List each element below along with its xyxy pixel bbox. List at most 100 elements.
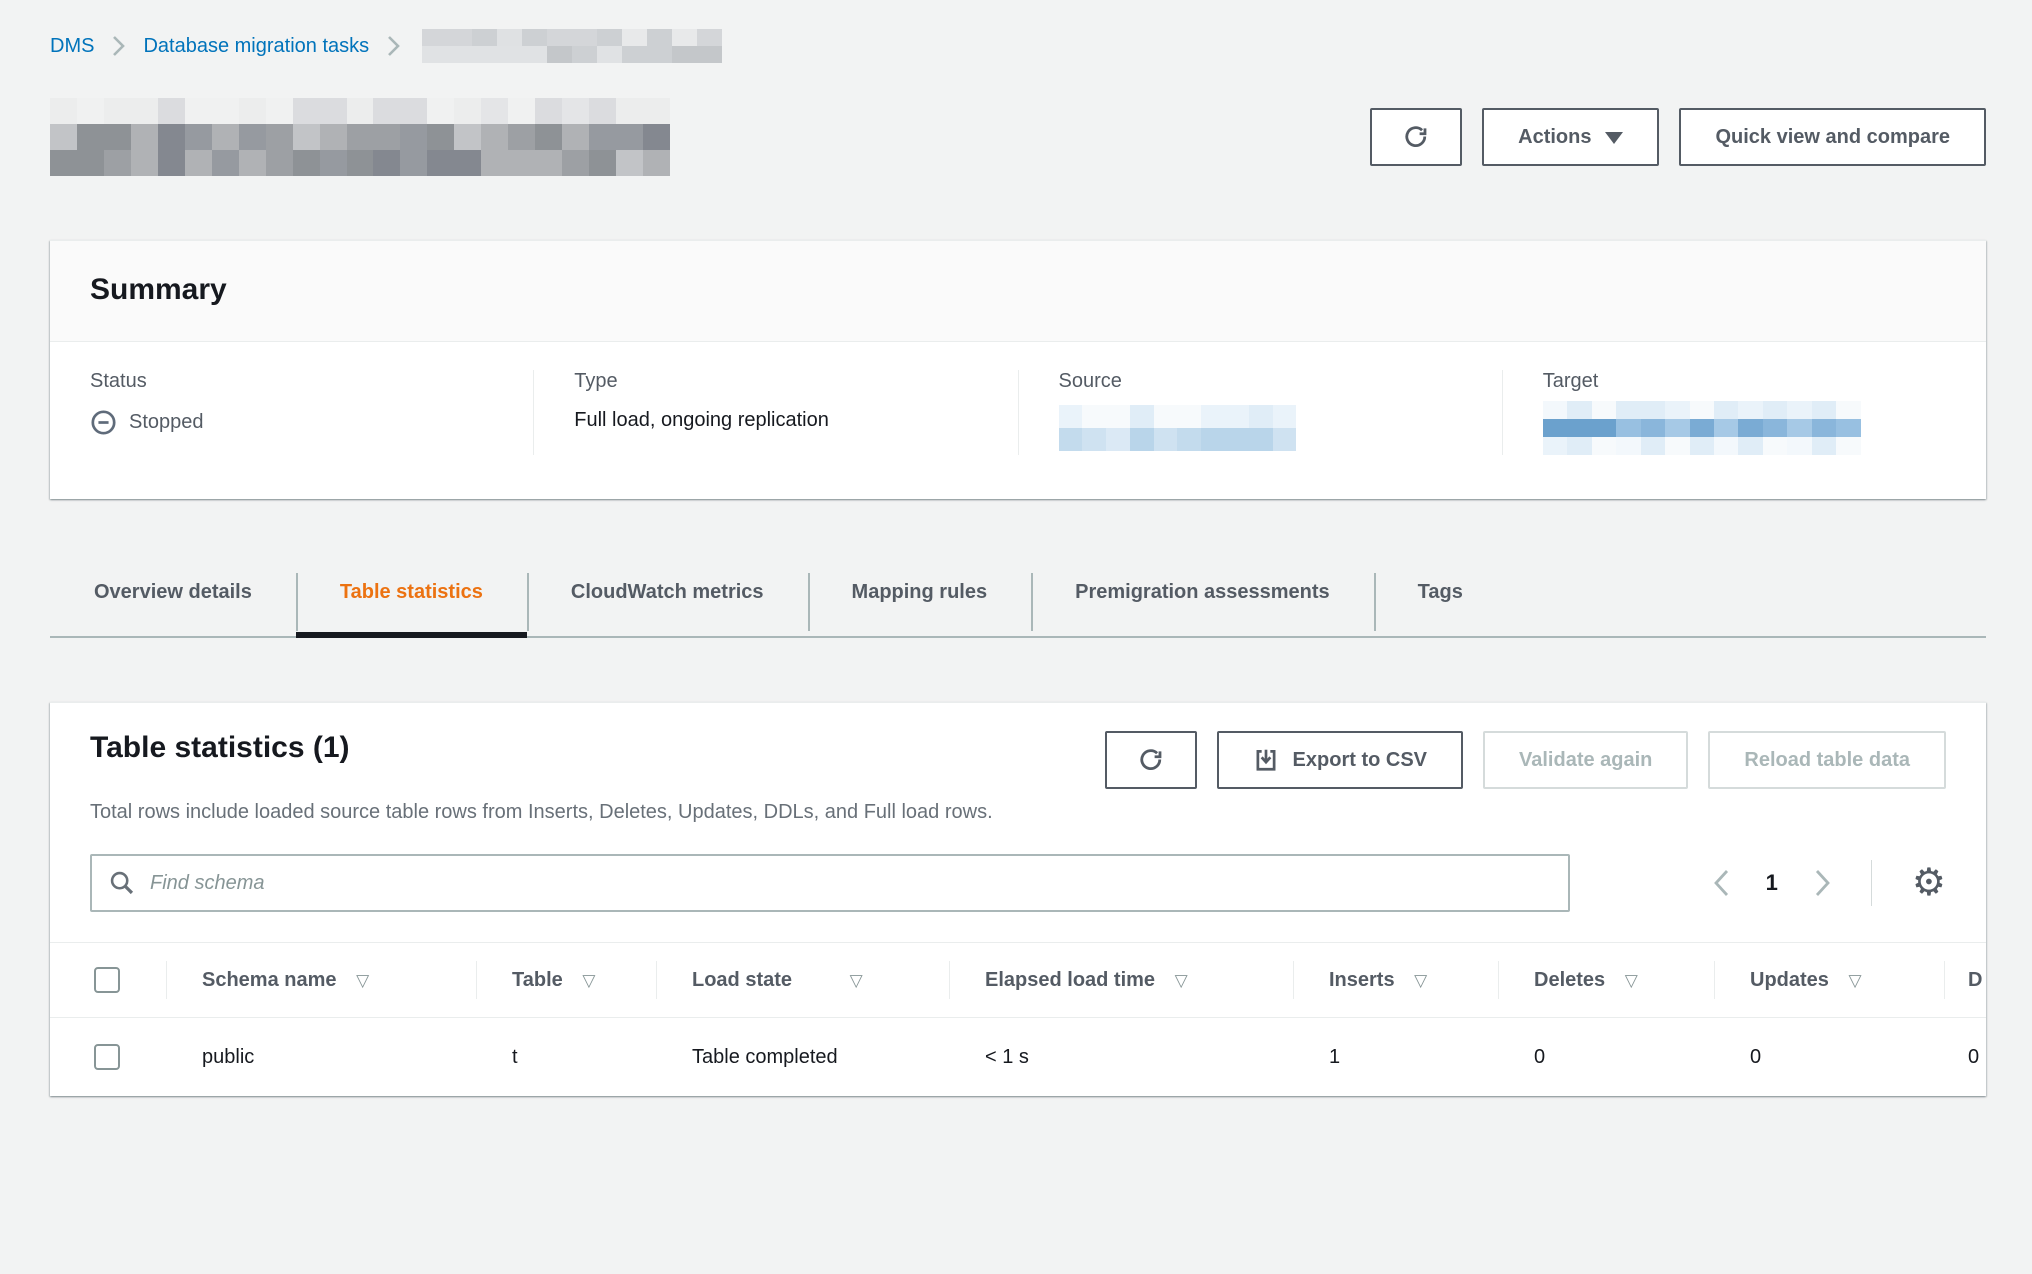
summary-field-type: Type Full load, ongoing replication [533, 370, 1017, 455]
summary-field-status: Status Stopped [50, 370, 533, 455]
summary-body: Status Stopped Type Full load, ongoing r… [50, 342, 1986, 499]
cell-schema-name: public [166, 1018, 476, 1097]
dms-task-page: DMS Database migration tasks Actions Qui… [0, 0, 2032, 1096]
cell-clipped: 0 [1944, 1018, 1986, 1097]
sort-icon: ▽ [1625, 971, 1638, 990]
pagination: 1 ⚙ [1713, 860, 1946, 906]
column-label: Schema name [202, 969, 337, 991]
column-label: Table [512, 969, 563, 991]
breadcrumb: DMS Database migration tasks [50, 28, 1986, 64]
table-row: public t Table completed < 1 s 1 0 0 0 [50, 1018, 1986, 1097]
sort-icon: ▽ [850, 971, 863, 990]
stopped-status-icon [90, 409, 117, 436]
redacted-target-endpoint-link[interactable] [1543, 401, 1861, 455]
refresh-button[interactable] [1370, 108, 1462, 166]
validate-again-button[interactable]: Validate again [1483, 731, 1688, 789]
chevron-right-icon [387, 35, 400, 57]
find-schema-input[interactable] [90, 854, 1570, 912]
schema-search [90, 854, 1570, 912]
export-to-csv-button[interactable]: Export to CSV [1217, 731, 1463, 789]
sort-icon: ▽ [1414, 971, 1427, 990]
caret-down-icon [1605, 132, 1623, 144]
column-header-clipped[interactable]: D [1944, 943, 1986, 1018]
column-label: Deletes [1534, 969, 1605, 991]
previous-page-button[interactable] [1713, 868, 1730, 898]
status-value: Stopped [90, 409, 493, 436]
tab-tags[interactable]: Tags [1374, 569, 1507, 636]
column-label: D [1968, 969, 1982, 991]
summary-card-header: Summary [50, 241, 1986, 342]
table-statistics-table: Schema name ▽ Table ▽ Load state ▽ Elaps… [50, 942, 1986, 1096]
chevron-right-icon [112, 35, 125, 57]
actions-button-label: Actions [1518, 126, 1591, 149]
status-label: Status [90, 370, 493, 393]
column-header-inserts[interactable]: Inserts ▽ [1293, 943, 1498, 1018]
column-header-load-state[interactable]: Load state ▽ [656, 943, 949, 1018]
cell-updates: 0 [1714, 1018, 1944, 1097]
type-label: Type [574, 370, 977, 393]
sort-icon: ▽ [356, 971, 369, 990]
actions-button[interactable]: Actions [1482, 108, 1659, 166]
column-header-elapsed-load-time[interactable]: Elapsed load time ▽ [949, 943, 1293, 1018]
tab-overview-details[interactable]: Overview details [50, 569, 296, 636]
table-filter-row: 1 ⚙ [90, 854, 1946, 912]
cell-inserts: 1 [1293, 1018, 1498, 1097]
refresh-icon [1402, 123, 1430, 151]
column-header-updates[interactable]: Updates ▽ [1714, 943, 1944, 1018]
table-statistics-description: Total rows include loaded source table r… [90, 801, 1946, 824]
search-icon [108, 869, 136, 897]
reload-table-data-button[interactable]: Reload table data [1708, 731, 1946, 789]
column-label: Elapsed load time [985, 969, 1155, 991]
refresh-icon [1137, 746, 1165, 774]
status-text: Stopped [129, 411, 204, 434]
redacted-page-title [50, 98, 670, 176]
table-refresh-button[interactable] [1105, 731, 1197, 789]
redacted-task-name-breadcrumb [422, 29, 722, 63]
task-detail-tabs: Overview details Table statistics CloudW… [50, 569, 1986, 638]
chevron-right-icon [1814, 868, 1831, 898]
select-all-checkbox[interactable] [94, 967, 120, 993]
column-header-schema-name[interactable]: Schema name ▽ [166, 943, 476, 1018]
current-page-number[interactable]: 1 [1766, 870, 1778, 896]
tab-table-statistics[interactable]: Table statistics [296, 569, 527, 636]
summary-field-source: Source [1018, 370, 1502, 455]
row-select-cell [50, 1018, 166, 1097]
select-all-cell [50, 943, 166, 1018]
cell-load-state: Table completed [656, 1018, 949, 1097]
validate-again-label: Validate again [1519, 749, 1652, 772]
cell-elapsed-load-time: < 1 s [949, 1018, 1293, 1097]
tab-cloudwatch-metrics[interactable]: CloudWatch metrics [527, 569, 808, 636]
cell-deletes: 0 [1498, 1018, 1714, 1097]
row-checkbox[interactable] [94, 1044, 120, 1070]
tab-premigration-assessments[interactable]: Premigration assessments [1031, 569, 1374, 636]
summary-title: Summary [90, 273, 1946, 307]
breadcrumb-link-tasks[interactable]: Database migration tasks [143, 35, 369, 58]
target-label: Target [1543, 370, 1946, 393]
column-label: Load state [692, 969, 792, 991]
export-to-csv-label: Export to CSV [1293, 749, 1427, 772]
type-value: Full load, ongoing replication [574, 409, 977, 432]
table-settings-gear-icon[interactable]: ⚙ [1912, 864, 1946, 902]
download-icon [1253, 747, 1279, 773]
column-header-table[interactable]: Table ▽ [476, 943, 656, 1018]
header-actions: Actions Quick view and compare [1370, 108, 1986, 166]
sort-icon: ▽ [1848, 971, 1861, 990]
column-label: Inserts [1329, 969, 1395, 991]
summary-field-target: Target [1502, 370, 1986, 455]
next-page-button[interactable] [1814, 868, 1831, 898]
table-statistics-title: Table statistics (1) [90, 731, 350, 765]
table-statistics-card: Table statistics (1) [50, 702, 1986, 1096]
summary-card: Summary Status Stopped Type Full load, o… [50, 240, 1986, 499]
source-label: Source [1059, 370, 1462, 393]
column-label: Updates [1750, 969, 1829, 991]
tab-mapping-rules[interactable]: Mapping rules [808, 569, 1032, 636]
breadcrumb-link-dms[interactable]: DMS [50, 35, 94, 58]
quick-view-and-compare-button[interactable]: Quick view and compare [1679, 108, 1986, 166]
table-statistics-header: Table statistics (1) [50, 703, 1986, 912]
sort-icon: ▽ [582, 971, 595, 990]
reload-table-data-label: Reload table data [1744, 749, 1910, 772]
quick-view-label: Quick view and compare [1715, 126, 1950, 149]
cell-table: t [476, 1018, 656, 1097]
column-header-deletes[interactable]: Deletes ▽ [1498, 943, 1714, 1018]
redacted-source-endpoint-link[interactable] [1059, 405, 1297, 451]
